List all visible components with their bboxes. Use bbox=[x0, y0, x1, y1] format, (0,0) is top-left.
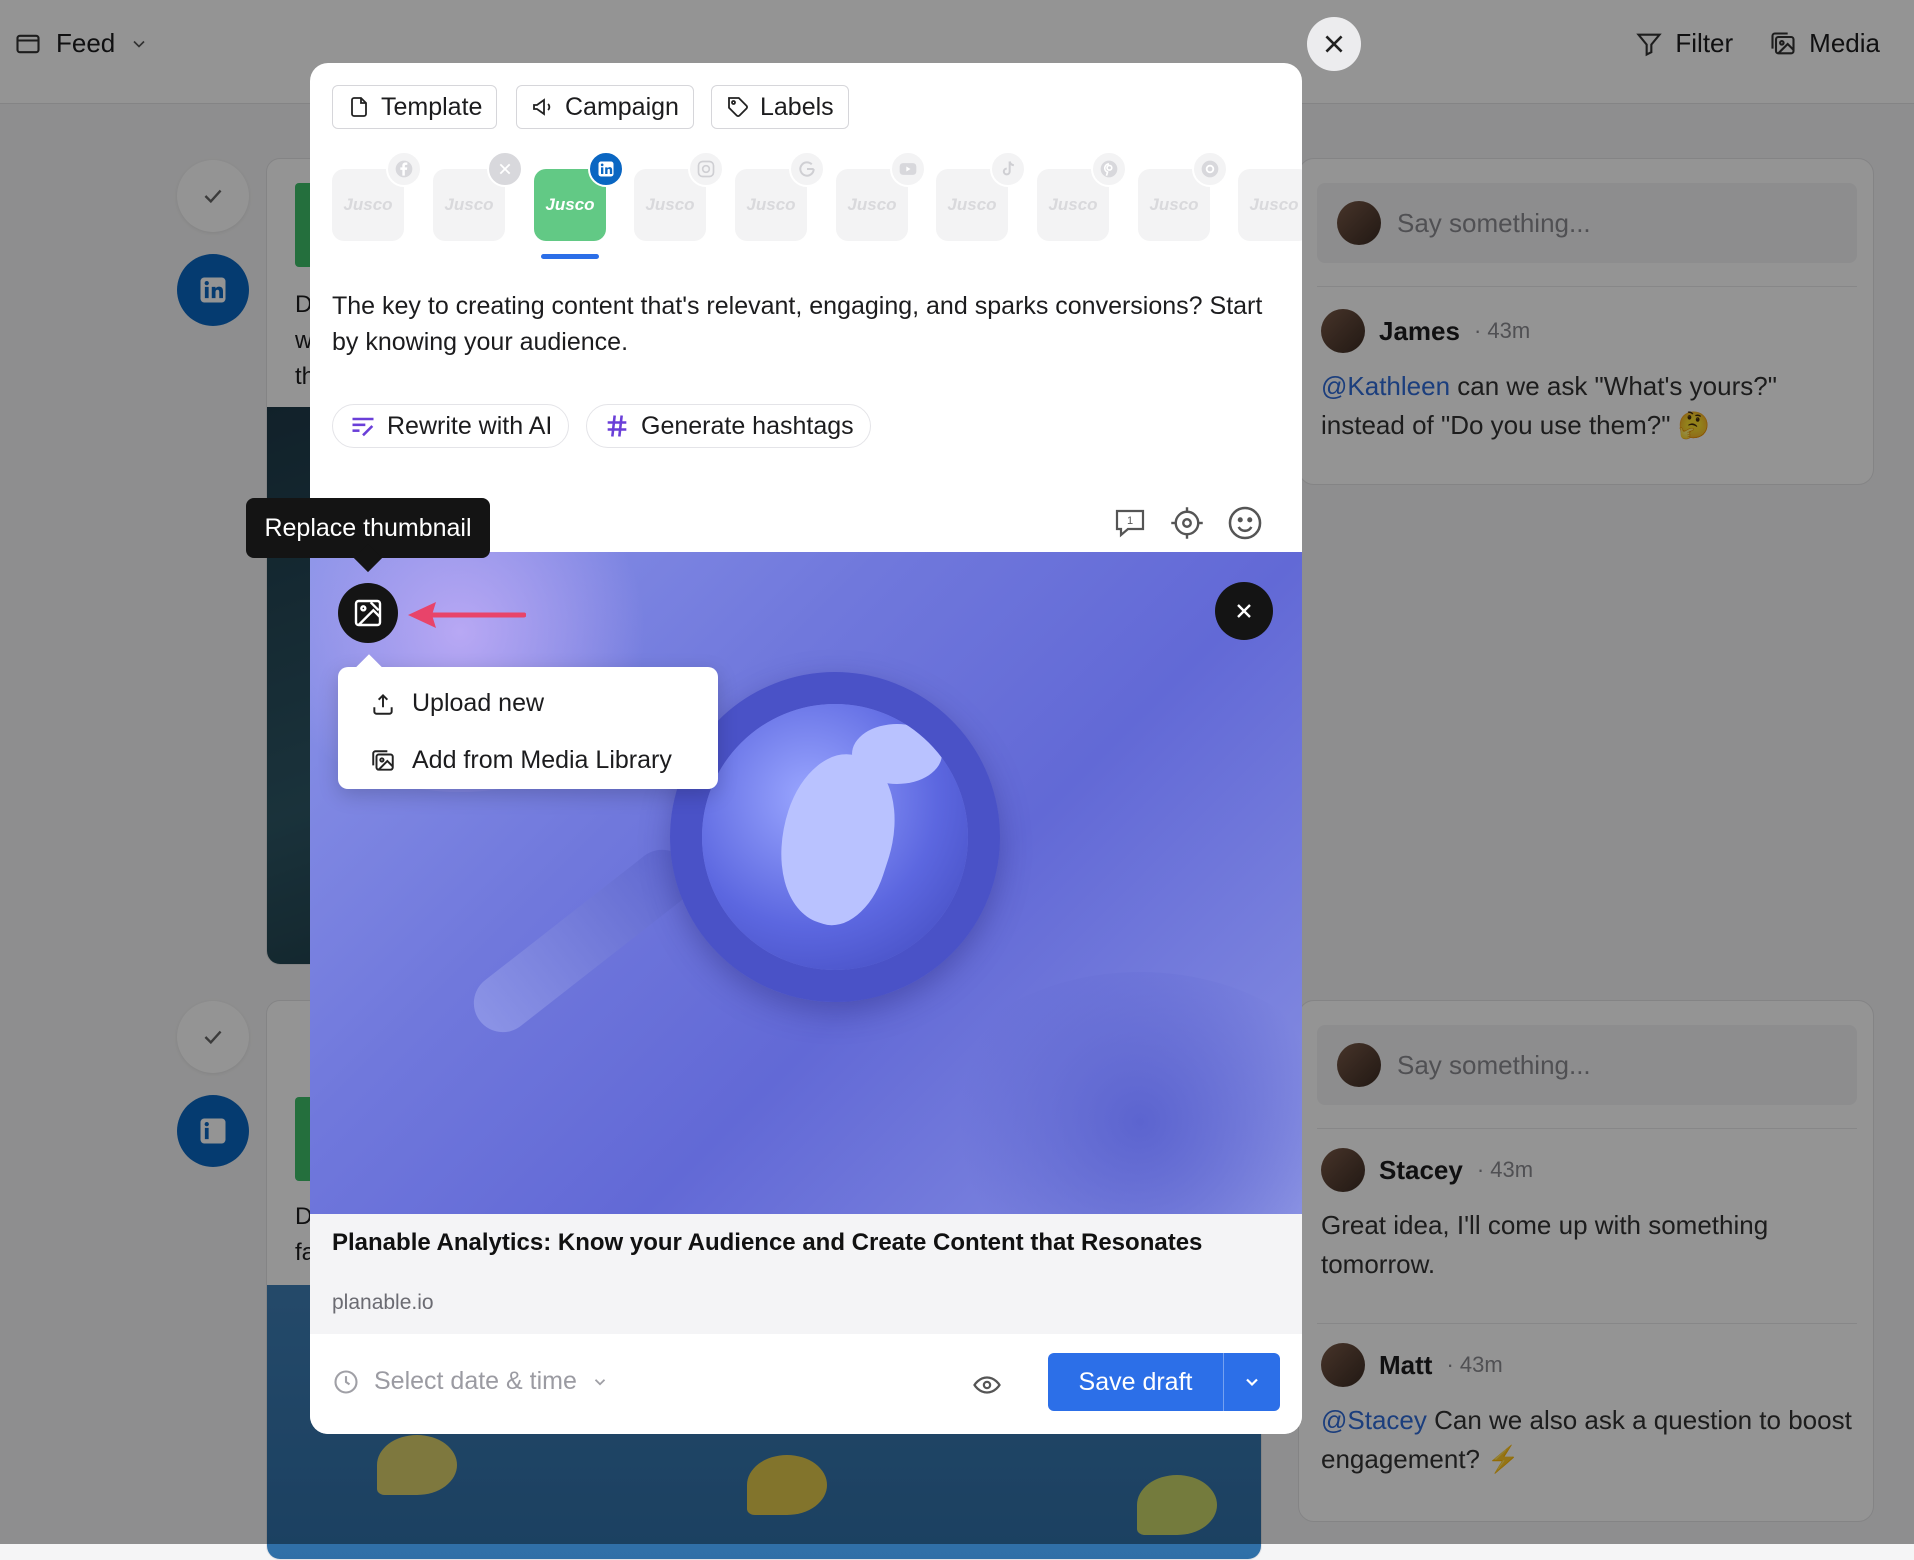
account-name: Jusco bbox=[1249, 195, 1299, 214]
account-name: Jusco bbox=[545, 195, 595, 214]
preview-button[interactable] bbox=[972, 1370, 1002, 1405]
linkedin-icon bbox=[588, 151, 624, 187]
media-library-icon bbox=[372, 749, 394, 771]
account-more[interactable]: Jusco bbox=[1238, 169, 1302, 241]
account-linkedin[interactable]: Jusco bbox=[534, 151, 624, 241]
tiktok-icon bbox=[990, 151, 1026, 187]
megaphone-icon bbox=[533, 98, 551, 116]
file-icon bbox=[351, 97, 367, 117]
account-instagram[interactable]: Jusco bbox=[634, 151, 724, 241]
svg-text:1: 1 bbox=[1127, 515, 1133, 527]
youtube-icon bbox=[890, 151, 926, 187]
emoji-button[interactable] bbox=[1225, 503, 1265, 543]
active-account-indicator bbox=[541, 254, 599, 259]
account-name: Jusco bbox=[1149, 195, 1199, 214]
facebook-icon bbox=[386, 151, 422, 187]
target-icon bbox=[1171, 507, 1203, 539]
threads-icon bbox=[1192, 151, 1228, 187]
google-icon bbox=[789, 151, 825, 187]
account-x[interactable]: Jusco bbox=[433, 151, 523, 241]
globe-illustration bbox=[702, 704, 968, 970]
remove-preview-button[interactable] bbox=[1215, 582, 1273, 640]
replace-thumbnail-button[interactable] bbox=[338, 583, 398, 643]
chevron-down-icon bbox=[1246, 1378, 1258, 1387]
modal-footer: Select date & time Save draft bbox=[310, 1334, 1302, 1434]
add-from-media-library-menu-item[interactable]: Add from Media Library bbox=[338, 732, 718, 789]
save-options-button[interactable] bbox=[1224, 1372, 1280, 1392]
tag-icon bbox=[728, 97, 748, 117]
account-name: Jusco bbox=[947, 195, 997, 214]
account-threads[interactable]: Jusco bbox=[1138, 151, 1228, 241]
post-editor-modal: Template Campaign Labels Jusco Jusco Jus… bbox=[310, 63, 1302, 1434]
template-button[interactable]: Template bbox=[332, 85, 498, 129]
account-pinterest[interactable]: Jusco bbox=[1037, 151, 1127, 241]
account-name: Jusco bbox=[847, 195, 897, 214]
campaign-button[interactable]: Campaign bbox=[516, 85, 694, 129]
account-facebook[interactable]: Jusco bbox=[332, 151, 422, 241]
upload-new-menu-item[interactable]: Upload new bbox=[338, 675, 718, 732]
close-icon bbox=[1237, 604, 1251, 618]
instagram-icon bbox=[688, 151, 724, 187]
pinterest-icon bbox=[1091, 151, 1127, 187]
upload-icon bbox=[373, 693, 393, 715]
x-icon bbox=[487, 151, 523, 187]
generate-hashtags-button[interactable]: Generate hashtags bbox=[586, 404, 871, 448]
account-tiktok[interactable]: Jusco bbox=[936, 151, 1026, 241]
link-preview-image: Upload new Add from Media Library bbox=[310, 552, 1302, 1214]
save-draft-button[interactable]: Save draft bbox=[1048, 1368, 1223, 1397]
account-name: Jusco bbox=[444, 195, 494, 214]
save-draft-split-button: Save draft bbox=[1048, 1353, 1280, 1411]
hashtags-label: Generate hashtags bbox=[641, 411, 854, 440]
campaign-label: Campaign bbox=[565, 92, 679, 121]
magnifier-handle bbox=[462, 838, 703, 1044]
comment-count-icon: 1 bbox=[1115, 509, 1145, 538]
account-google[interactable]: Jusco bbox=[735, 151, 825, 241]
image-edit-icon bbox=[354, 599, 382, 627]
close-icon bbox=[1325, 35, 1343, 53]
post-caption-editor[interactable]: The key to creating content that's relev… bbox=[332, 288, 1282, 360]
account-name: Jusco bbox=[645, 195, 695, 214]
rewrite-with-ai-button[interactable]: Rewrite with AI bbox=[332, 404, 570, 448]
internal-comment-button[interactable]: 1 bbox=[1110, 503, 1150, 543]
hashtag-icon bbox=[607, 415, 627, 437]
targeting-button[interactable] bbox=[1167, 503, 1207, 543]
rewrite-label: Rewrite with AI bbox=[387, 411, 553, 440]
ai-rewrite-icon bbox=[352, 417, 374, 437]
replace-thumbnail-tooltip: Replace thumbnail bbox=[246, 498, 490, 558]
link-preview-title: Planable Analytics: Know your Audience a… bbox=[332, 1229, 1203, 1256]
add-from-media-library-label: Add from Media Library bbox=[412, 746, 672, 774]
close-modal-button[interactable] bbox=[1307, 17, 1361, 71]
thumbnail-menu: Upload new Add from Media Library bbox=[338, 667, 718, 789]
account-name: Jusco bbox=[1048, 195, 1098, 214]
account-name: Jusco bbox=[746, 195, 796, 214]
link-preview-domain: planable.io bbox=[332, 1291, 434, 1314]
date-time-placeholder: Select date & time bbox=[374, 1367, 577, 1395]
smile-icon bbox=[1228, 506, 1262, 540]
annotation-arrow-icon bbox=[408, 602, 526, 628]
labels-button[interactable]: Labels bbox=[711, 85, 849, 129]
account-name: Jusco bbox=[343, 195, 393, 214]
eye-icon bbox=[973, 1376, 1001, 1394]
chevron-down-icon bbox=[594, 1378, 606, 1386]
date-time-selector[interactable]: Select date & time bbox=[332, 1367, 609, 1396]
labels-label: Labels bbox=[760, 92, 834, 121]
template-label: Template bbox=[381, 92, 483, 121]
account-youtube[interactable]: Jusco bbox=[836, 151, 926, 241]
upload-new-label: Upload new bbox=[412, 689, 545, 717]
clock-icon bbox=[334, 1369, 358, 1394]
